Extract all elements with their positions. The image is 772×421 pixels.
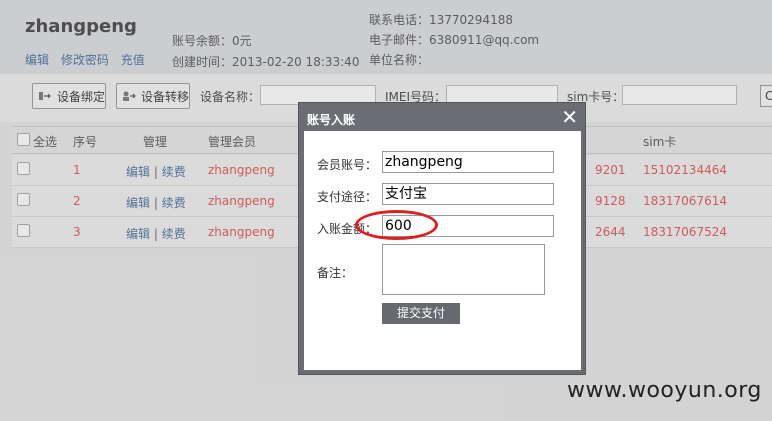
account-label: 会员账号： — [317, 158, 378, 172]
account-field[interactable]: zhangpeng — [382, 151, 554, 173]
submit-payment-button[interactable]: 提交支付 — [382, 303, 460, 324]
close-icon[interactable]: ✕ — [561, 105, 578, 129]
watermark: www.wooyun.org — [567, 378, 762, 403]
dialog-body: 会员账号： zhangpeng 支付途径： 支付宝 入账金额： 600 备注： … — [304, 131, 581, 370]
highlight-circle — [355, 210, 438, 240]
account-deposit-dialog: 账号入账 ✕ 会员账号： zhangpeng 支付途径： 支付宝 入账金额： 6… — [298, 102, 586, 375]
note-textarea[interactable] — [382, 244, 545, 295]
payment-method-field[interactable]: 支付宝 — [382, 183, 554, 205]
payment-method-label: 支付途径： — [317, 190, 378, 204]
dialog-title: 账号入账 — [307, 113, 356, 127]
note-label: 备注： — [317, 266, 354, 280]
